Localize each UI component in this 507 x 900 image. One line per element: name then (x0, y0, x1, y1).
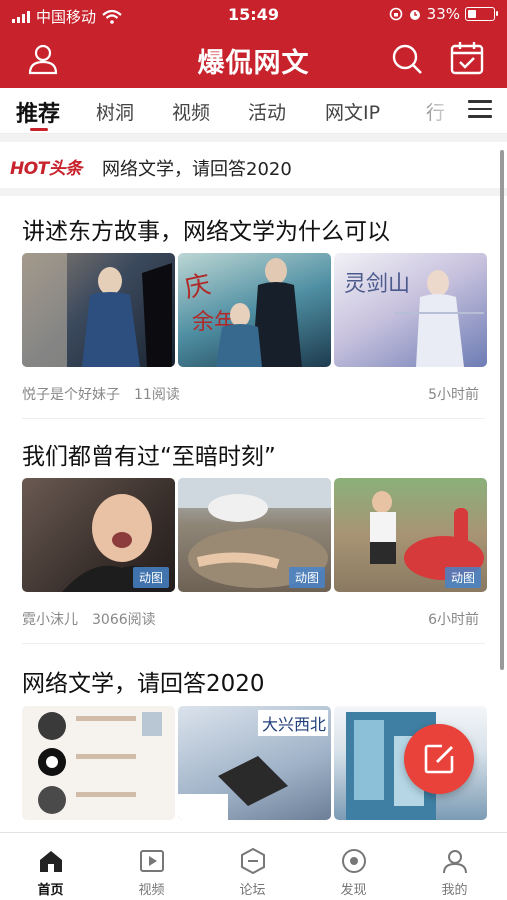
video-icon (140, 850, 164, 872)
bottom-nav: 首页 视频 论坛 发现 我的 (0, 832, 507, 900)
compose-button[interactable] (404, 724, 474, 794)
article-card[interactable]: 我们都曾有过“至暗时刻” 动图 动图 动图 霓小沫儿 3066阅读 6小时前 (0, 437, 507, 643)
drama-poster-image[interactable]: 庆余年 (178, 253, 331, 367)
nav-video[interactable]: 视频 (101, 833, 202, 900)
app-logo: 爆侃网文 (197, 48, 310, 79)
tab-video[interactable]: 视频 (172, 98, 210, 125)
article-card[interactable]: 讲述东方故事，网络文学为什么可以 庆余年 灵剑山 悦子是个好妹子 11阅读 5小时… (0, 212, 507, 418)
battery-icon (465, 7, 498, 21)
nav-forum[interactable]: 论坛 (202, 833, 303, 900)
active-tab-indicator (30, 128, 48, 131)
article-title[interactable]: 讲述东方故事，网络文学为什么可以 (22, 212, 390, 246)
app-bar: 爆侃网文 (0, 30, 507, 88)
article-title[interactable]: 网络文学，请回答2020 (22, 664, 265, 698)
tab-tree-hole[interactable]: 树洞 (96, 98, 134, 125)
svg-text:庆: 庆 (182, 270, 214, 305)
menu-icon[interactable] (468, 100, 492, 122)
nav-label: 发现 (340, 883, 367, 898)
discover-icon (342, 849, 366, 873)
profile-list-image[interactable] (22, 706, 175, 820)
gif-badge: 动图 (288, 567, 325, 588)
article-reads: 11阅读 (134, 387, 180, 403)
tabs-fade (400, 88, 460, 133)
tab-web-novel-ip[interactable]: 网文IP (325, 98, 380, 125)
channel-tabs: 推荐 树洞 视频 活动 网文IP 行 (0, 88, 507, 134)
cat-gif[interactable]: 动图 (178, 478, 331, 592)
drama-poster-image[interactable]: 灵剑山 (334, 253, 487, 367)
article-reads: 3066阅读 (92, 612, 156, 628)
svg-text:灵剑山: 灵剑山 (344, 272, 410, 297)
nav-discover[interactable]: 发现 (303, 833, 404, 900)
divider (22, 418, 485, 419)
nav-label: 论坛 (239, 883, 266, 898)
book-event-image[interactable]: 大兴西北 (178, 706, 331, 820)
playground-gif[interactable]: 动图 (334, 478, 487, 592)
profile-icon (443, 850, 467, 874)
forum-icon (241, 847, 265, 875)
article-title[interactable]: 我们都曾有过“至暗时刻” (22, 437, 276, 471)
drama-still-image[interactable] (22, 253, 175, 367)
app-header: 中国移动 15:49 33% 爆侃网文 (0, 0, 507, 88)
divider (0, 134, 507, 142)
scrollbar[interactable] (500, 150, 504, 670)
edit-icon (424, 744, 454, 774)
hot-headline[interactable]: HOT头条 网络文学，请回答2020 (0, 142, 507, 188)
divider (0, 188, 507, 196)
tab-recommend[interactable]: 推荐 (16, 96, 60, 128)
hot-headline-text[interactable]: 网络文学，请回答2020 (102, 155, 292, 181)
nav-label: 首页 (37, 883, 64, 898)
svg-text:大兴西北: 大兴西北 (262, 715, 326, 734)
rotation-lock-icon (389, 7, 402, 21)
nav-label: 视频 (138, 883, 165, 898)
tab-activity[interactable]: 活动 (248, 98, 286, 125)
search-icon[interactable] (390, 42, 424, 76)
article-time: 6小时前 (428, 612, 479, 628)
gif-badge: 动图 (132, 567, 169, 588)
home-icon (40, 851, 62, 872)
hot-badge: HOT头条 (10, 159, 82, 179)
divider (22, 643, 485, 644)
nav-home[interactable]: 首页 (0, 833, 101, 900)
nav-profile[interactable]: 我的 (404, 833, 505, 900)
crying-child-gif[interactable]: 动图 (22, 478, 175, 592)
battery-percent: 33% (426, 5, 460, 23)
calendar-check-icon[interactable] (449, 40, 485, 76)
alarm-icon (409, 10, 420, 20)
article-author[interactable]: 悦子是个好妹子 (22, 387, 120, 403)
article-author[interactable]: 霓小沫儿 (22, 612, 78, 628)
gif-badge: 动图 (444, 567, 481, 588)
article-time: 5小时前 (428, 387, 479, 403)
status-bar: 中国移动 15:49 33% (0, 0, 507, 30)
nav-label: 我的 (441, 883, 468, 898)
